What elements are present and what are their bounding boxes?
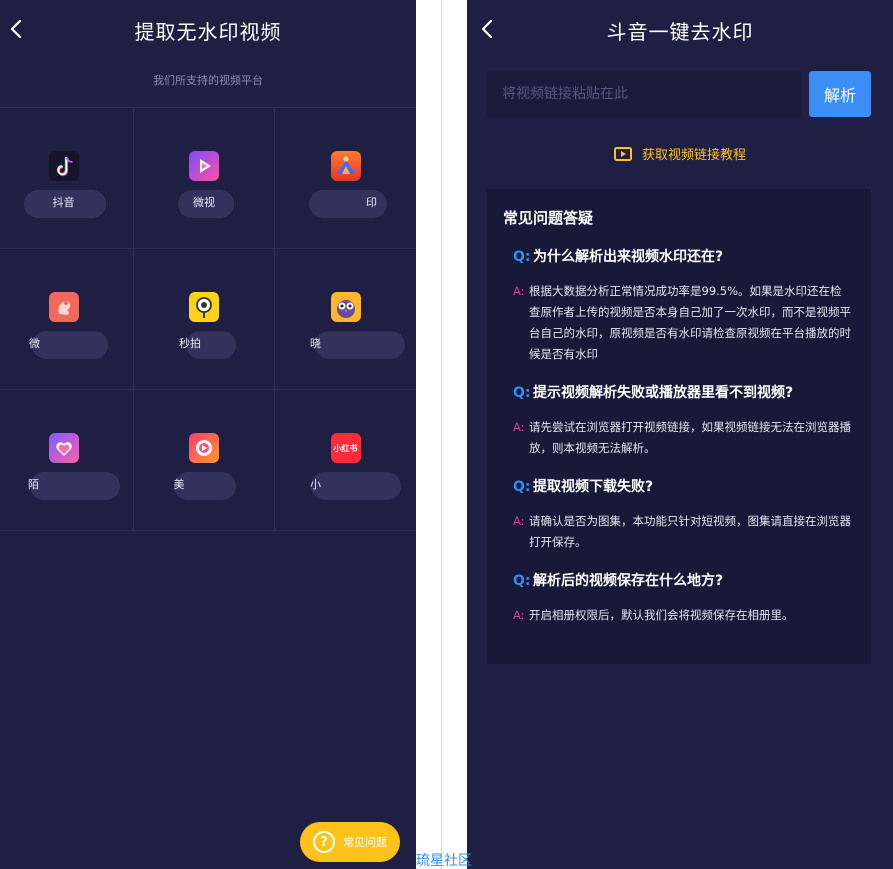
faq-float-button[interactable]: ? 常见问题 [300, 822, 400, 862]
faq-question: Q: 提取视频下载失败? [487, 477, 871, 497]
faq-item: Q: 为什么解析出来视频水印还在? A: 根据大数据分析正常情况成功率是99.5… [487, 247, 871, 365]
question-text: 解析后的视频保存在什么地方? [533, 573, 724, 589]
platform-name: 抖音 [52, 196, 75, 209]
platform-grid: 抖音 微视 印 微 秒拍 晓 陌 美 小红书 小 [0, 107, 416, 531]
tutorial-link-label: 获取视频链接教程 [641, 148, 746, 163]
answer-text: 请先尝试在浏览器打开视频链接，如果视频链接无法在浏览器播放，则本视频无法解析。 [529, 420, 851, 455]
heart-icon [48, 433, 79, 463]
platform-cell-6[interactable]: 晓 [275, 249, 416, 390]
q-mark: Q: [513, 249, 531, 265]
miaopai-icon [189, 292, 219, 322]
video-icon [613, 146, 632, 161]
platform-name: 印 [366, 196, 377, 209]
douyin-icon [48, 151, 79, 181]
faq-item: Q: 提示视频解析失败或播放器里看不到视频? A: 请先尝试在浏览器打开视频链接… [487, 383, 871, 459]
platform-list-screen: 提取无水印视频 我们所支持的视频平台 抖音 微视 印 微 秒拍 晓 陌 美 小红… [0, 0, 416, 869]
screenshot-canvas: 提取无水印视频 我们所支持的视频平台 抖音 微视 印 微 秒拍 晓 陌 美 小红… [0, 0, 893, 869]
platform-name: 微视 [193, 196, 215, 209]
source-watermark: 琉星社区 [416, 853, 472, 869]
q-mark: Q: [513, 479, 531, 495]
meipai-icon [189, 433, 219, 463]
owl-icon [330, 292, 361, 322]
a-mark: A: [513, 514, 525, 528]
faq-list: Q: 为什么解析出来视频水印还在? A: 根据大数据分析正常情况成功率是99.5… [487, 247, 871, 626]
platform-cell-weishi[interactable]: 微视 [134, 108, 275, 249]
pink-figure-icon [48, 292, 79, 322]
screen-divider [441, 0, 442, 869]
volcano-icon [330, 151, 361, 181]
question-text: 提取视频下载失败? [533, 479, 654, 495]
a-mark: A: [513, 420, 525, 434]
faq-item: Q: 提取视频下载失败? A: 请确认是否为图集，本功能只针对短视频，图集请直接… [487, 477, 871, 553]
faq-item: Q: 解析后的视频保存在什么地方? A: 开启相册权限后，默认我们会将视频保存在… [487, 571, 871, 626]
faq-question: Q: 提示视频解析失败或播放器里看不到视频? [487, 383, 871, 403]
page-title: 斗音一键去水印 [606, 20, 754, 44]
platform-name: 微 [29, 337, 40, 350]
right-header: 斗音一键去水印 [467, 0, 893, 58]
watermark-remover-screen: 斗音一键去水印 解析 获取视频链接教程 常见问题答疑 Q: 为什么解析出来视频水… [467, 0, 893, 869]
answer-text: 开启相册权限后，默认我们会将视频保存在相册里。 [529, 608, 794, 622]
platform-name: 美 [173, 478, 185, 491]
faq-title: 常见问题答疑 [503, 209, 594, 227]
platform-cell-xiaohongshu[interactable]: 小红书 小 [275, 390, 416, 531]
a-mark: A: [513, 608, 525, 622]
platform-name: 小 [310, 478, 321, 491]
platform-cell-volcano[interactable]: 印 [275, 108, 416, 249]
question-text: 提示视频解析失败或播放器里看不到视频? [533, 385, 794, 401]
q-mark: Q: [513, 385, 531, 401]
faq-question: Q: 解析后的视频保存在什么地方? [487, 571, 871, 591]
faq-answer: A: 请确认是否为图集，本功能只针对短视频，图集请直接在浏览器打开保存。 [487, 511, 871, 553]
question-icon: ? [313, 831, 335, 853]
link-input-row: 解析 [487, 71, 871, 117]
supported-platforms-caption: 我们所支持的视频平台 [153, 74, 263, 87]
platform-name: 晓 [310, 337, 321, 350]
platform-cell-miaopai[interactable]: 秒拍 [134, 249, 275, 390]
video-link-input[interactable] [487, 71, 801, 117]
left-header: 提取无水印视频 [0, 0, 416, 58]
faq-answer: A: 根据大数据分析正常情况成功率是99.5%。如果是水印还在检查原作者上传的视… [487, 281, 871, 365]
xiaohongshu-logo-text: 小红书 [333, 443, 358, 453]
q-mark: Q: [513, 573, 531, 589]
faq-question: Q: 为什么解析出来视频水印还在? [487, 247, 871, 267]
faq-card: 常见问题答疑 Q: 为什么解析出来视频水印还在? A: 根据大数据分析正常情况成… [487, 189, 871, 664]
faq-answer: A: 请先尝试在浏览器打开视频链接，如果视频链接无法在浏览器播放，则本视频无法解… [487, 417, 871, 459]
parse-button[interactable]: 解析 [809, 71, 871, 117]
page-title: 提取无水印视频 [134, 20, 282, 44]
weishi-icon [189, 151, 219, 181]
answer-text: 请确认是否为图集，本功能只针对短视频，图集请直接在浏览器打开保存。 [529, 514, 851, 549]
faq-answer: A: 开启相册权限后，默认我们会将视频保存在相册里。 [487, 605, 871, 626]
platform-name: 陌 [28, 478, 39, 491]
faq-float-button-label: 常见问题 [343, 836, 387, 849]
platform-name: 秒拍 [179, 337, 201, 350]
platform-cell-8[interactable]: 美 [134, 390, 275, 531]
xiaohongshu-icon: 小红书 [330, 433, 361, 463]
question-text: 为什么解析出来视频水印还在? [533, 249, 724, 265]
a-mark: A: [513, 284, 525, 298]
platform-cell-douyin[interactable]: 抖音 [0, 108, 134, 249]
tutorial-link[interactable]: 获取视频链接教程 [467, 144, 893, 163]
platform-cell-7[interactable]: 陌 [0, 390, 134, 531]
answer-text: 根据大数据分析正常情况成功率是99.5%。如果是水印还在检查原作者上传的视频是否… [529, 284, 851, 361]
platform-cell-4[interactable]: 微 [0, 249, 134, 390]
